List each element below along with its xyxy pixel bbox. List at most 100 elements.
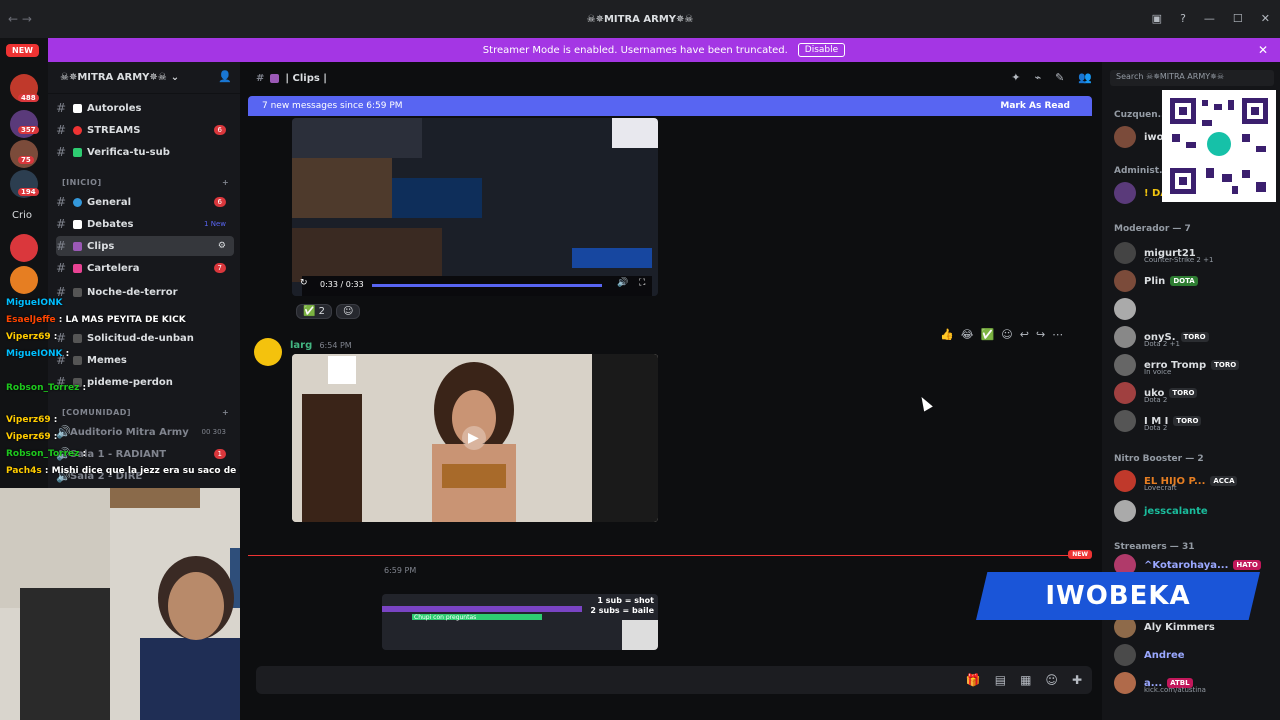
channel-cartelera[interactable]: # Cartelera 7 [56,258,234,278]
category-inicio[interactable]: [INICIO] + [62,178,229,187]
member-item[interactable]: Andree [1114,642,1185,668]
unread-badge: 194 [18,188,39,196]
pin-icon[interactable]: ✎ [1055,71,1064,84]
sub-text: 1 sub = shot [597,596,654,605]
channel-autoroles[interactable]: # Autoroles [56,98,234,118]
gif-icon[interactable]: ▤ [995,673,1006,687]
settings-icon[interactable]: ⚙ [218,241,226,251]
member-item[interactable]: I M I TORO Dota 2 [1114,408,1202,434]
new-messages-text: 7 new messages since 6:59 PM [262,101,403,111]
channel-noche[interactable]: # Noche-de-terror [56,282,234,302]
channel-unban[interactable]: # Solicitud-de-unban [56,328,234,348]
logo-text: IWOBEKA [1045,581,1191,611]
video-time: 0:33 / 0:33 [320,280,364,289]
stream-logo: IWOBEKA [976,572,1260,620]
search-input[interactable]: Search ☠✵MITRA ARMY✵☠ [1110,70,1274,86]
maximize-icon[interactable]: ☐ [1233,12,1243,25]
add-channel-icon[interactable]: + [222,408,229,417]
add-reaction-icon[interactable]: ☺ [336,304,361,319]
add-reaction-icon[interactable]: ☺ [1001,328,1012,341]
emoji-icon[interactable]: ☺ [1045,673,1058,687]
new-messages-bar[interactable]: 7 new messages since 6:59 PM Mark As Rea… [248,96,1092,116]
minimize-icon[interactable]: — [1204,12,1215,25]
server-label[interactable]: Crio [12,210,32,221]
member-item[interactable]: iwo [1114,124,1164,150]
channel-debates[interactable]: # Debates 1 New [56,214,234,234]
channel-auditorio[interactable]: 🔊 Auditorio Mitra Army 00 303 [56,422,234,442]
replay-icon[interactable]: ↻ [300,278,308,288]
sub-text: 2 subs = baile [590,606,654,615]
member-item[interactable]: migurt21 Counter-Strike 2 +1 [1114,240,1213,266]
channel-verifica[interactable]: # Verifica-tu-sub [56,142,234,162]
channel-general[interactable]: # General 6 [56,192,234,212]
reactions: ✅ 2 ☺ [296,304,361,319]
window-title: ☠✵MITRA ARMY✵☠ [586,13,694,25]
member-item[interactable]: uko TORO Dota 2 [1114,380,1198,406]
member-item[interactable]: jesscalante [1114,498,1208,524]
category-comunidad[interactable]: [COMUNIDAD] + [62,408,229,417]
more-icon[interactable]: ⋯ [1052,328,1063,341]
member-group-title: Nitro Booster — 2 [1114,454,1204,464]
server-icon[interactable] [10,266,38,294]
window-controls: ▣ ? — ☐ ✕ [1152,12,1270,25]
qr-code [1162,90,1276,202]
member-item[interactable]: a... ATBL kick.com/atustina [1114,670,1206,696]
member-group-title: Cuzquen... [1114,110,1168,120]
chat-line: EsaelJeffe : LA MAS PEYITA DE KICK [6,315,186,325]
forward-icon[interactable]: ↪ [1036,328,1045,341]
video-player[interactable]: ▶ [292,354,658,522]
bell-icon[interactable]: ⌁ [1034,71,1041,84]
reply-icon[interactable]: ↩ [1020,328,1029,341]
reaction-icon[interactable]: 😂 [961,328,974,341]
channel-streams[interactable]: # STREAMS 6 [56,120,234,140]
channel-title: | Clips | [285,72,327,84]
channel-memes[interactable]: # Memes [56,350,234,370]
server-icon[interactable] [10,234,38,262]
message-header: larg 6:54 PM [290,340,352,351]
member-group-title: Streamers — 31 [1114,542,1195,552]
play-icon[interactable]: ▶ [468,430,479,446]
mark-as-read-button[interactable]: Mark As Read [1000,101,1070,111]
sticker-icon[interactable]: ▦ [1020,673,1031,687]
member-item[interactable] [1114,296,1144,322]
members-icon[interactable]: 👥 [1078,71,1092,84]
member-item[interactable]: onyS. TORO Dota 2 +1 [1114,324,1209,350]
apps-icon[interactable]: ✚ [1072,673,1082,687]
message-input[interactable]: 🎁 ▤ ▦ ☺ ✚ [256,666,1092,694]
video-player[interactable]: 1 sub = shot 2 subs = baile Chupi con pr… [382,594,658,650]
member-group-title: Administ... [1114,166,1170,176]
disable-button[interactable]: Disable [797,43,846,57]
avatar[interactable] [254,338,282,366]
inbox-icon[interactable]: ▣ [1152,12,1162,25]
help-icon[interactable]: ? [1180,12,1186,25]
gift-icon[interactable]: 🎁 [966,673,981,687]
message-author[interactable]: larg [290,340,312,351]
avatar [1114,644,1136,666]
reaction-icon[interactable]: ✅ [981,328,995,341]
chevron-down-icon: ⌄ [170,72,180,83]
member-item[interactable]: Plin DOTA [1114,268,1198,294]
server-name: ☠✵MITRA ARMY✵☠ [60,72,167,83]
avatar [1114,470,1136,492]
add-channel-icon[interactable]: + [222,178,229,187]
reaction-check[interactable]: ✅ 2 [296,304,333,319]
threads-icon[interactable]: ✦ [1011,71,1020,84]
fullscreen-icon[interactable]: ⛶ [639,278,645,288]
server-header[interactable]: ☠✵MITRA ARMY✵☠ ⌄ 👤 [48,62,240,94]
volume-icon[interactable]: 🔊 [617,278,628,288]
video-player[interactable]: ↻ 0:33 / 0:33 🔊 ⛶ [292,118,658,296]
avatar [1114,242,1136,264]
add-user-icon[interactable]: 👤 [218,70,232,83]
chat-area: # | Clips | ✦ ⌁ ✎ 👥 7 new messages since… [240,62,1102,720]
member-item[interactable]: EL HIJO P... ACCA Lovecraft [1114,468,1238,494]
unread-badge: 488 [18,94,39,102]
member-item[interactable]: ! DA [1114,180,1168,206]
channel-clips[interactable]: # Clips ⚙ [56,236,234,256]
new-badge: NEW [6,44,39,57]
close-banner-icon[interactable]: ✕ [1258,43,1268,57]
title-bar: ← → ☠✵MITRA ARMY✵☠ ▣ ? — ☐ ✕ [0,0,1280,38]
member-item[interactable]: erro Tromp TORO In voice [1114,352,1240,378]
message-actions: 👍 😂 ✅ ☺ ↩ ↪ ⋯ [940,328,1063,341]
close-icon[interactable]: ✕ [1261,12,1270,25]
reaction-icon[interactable]: 👍 [940,328,954,341]
